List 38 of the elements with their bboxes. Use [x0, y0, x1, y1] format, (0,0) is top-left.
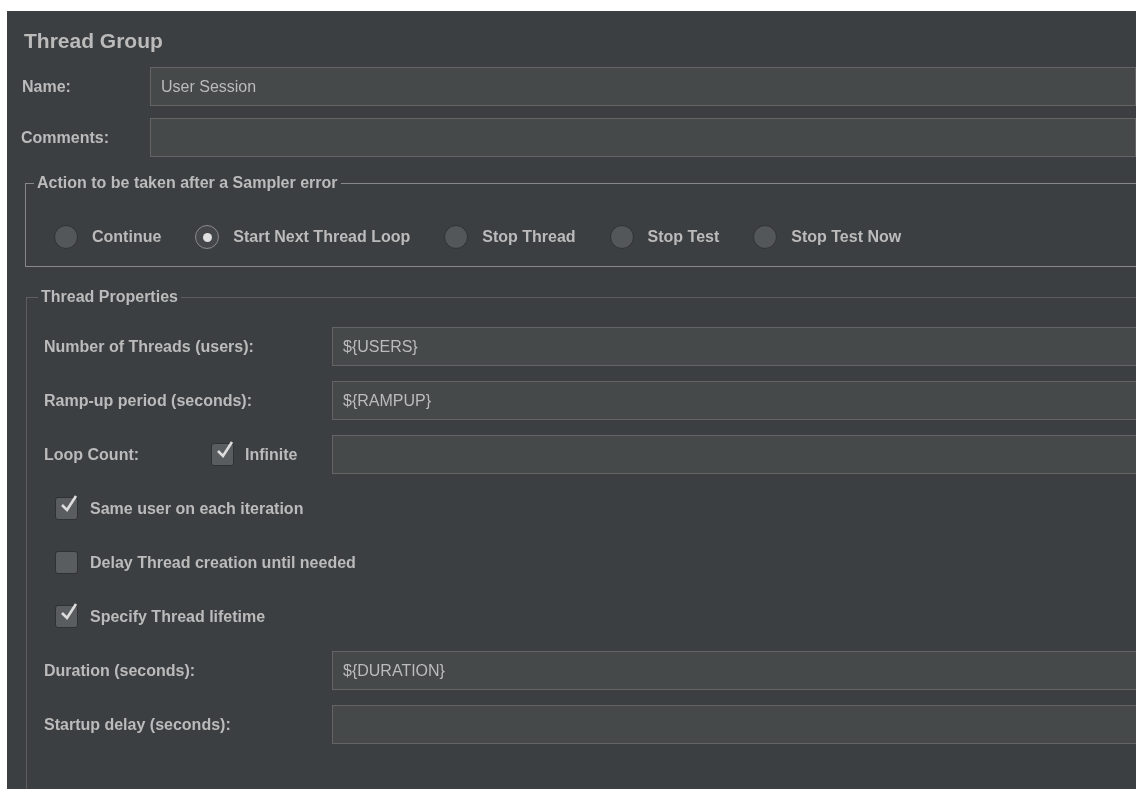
field-label: Ramp-up period (seconds):: [44, 390, 253, 411]
group-legend: Thread Properties: [38, 285, 181, 309]
radio-button[interactable]: [54, 225, 78, 249]
text-field[interactable]: [150, 118, 1136, 157]
radio-option[interactable]: Stop Thread: [444, 225, 576, 249]
checkbox-option[interactable]: Specify Thread lifetime: [55, 604, 266, 629]
radio-option[interactable]: Stop Test Now: [753, 225, 902, 249]
checkmark-icon: [59, 493, 79, 515]
group-legend: Action to be taken after a Sampler error: [34, 171, 341, 195]
field-label: Comments:: [21, 127, 110, 148]
checkbox-option[interactable]: Delay Thread creation until needed: [55, 550, 356, 575]
checkmark-icon: [215, 439, 235, 461]
radio-option[interactable]: Continue: [54, 225, 162, 249]
checkbox[interactable]: [55, 551, 78, 574]
selected-radio-button[interactable]: [195, 225, 220, 249]
text-field[interactable]: ${USERS}: [332, 327, 1136, 366]
text-field[interactable]: [332, 435, 1136, 474]
text-field[interactable]: ${DURATION}: [332, 651, 1136, 690]
field-label: Loop Count:: [44, 444, 141, 465]
field-label: Duration (seconds):: [44, 660, 197, 681]
checkmark-icon: [59, 601, 79, 623]
field-label: Name:: [22, 76, 72, 97]
checked-checkbox[interactable]: [55, 605, 78, 628]
text-field[interactable]: User Session: [150, 67, 1136, 106]
checked-checkbox[interactable]: [211, 443, 234, 466]
radio-option[interactable]: Start Next Thread Loop: [195, 225, 411, 249]
checkbox-option[interactable]: Infinite: [211, 442, 332, 467]
panel-title: Thread Group: [24, 28, 163, 54]
checked-checkbox[interactable]: [55, 497, 78, 520]
text-field[interactable]: [332, 705, 1136, 744]
text-field[interactable]: ${RAMPUP}: [332, 381, 1136, 420]
field-label: Startup delay (seconds):: [44, 714, 232, 735]
field-label: Number of Threads (users):: [44, 336, 255, 357]
radio-button[interactable]: [444, 225, 469, 249]
radio-option[interactable]: Stop Test: [609, 225, 720, 249]
radio-button[interactable]: [609, 225, 634, 249]
checkbox-option[interactable]: Same user on each iteration: [55, 496, 304, 521]
radio-button[interactable]: [753, 225, 778, 249]
